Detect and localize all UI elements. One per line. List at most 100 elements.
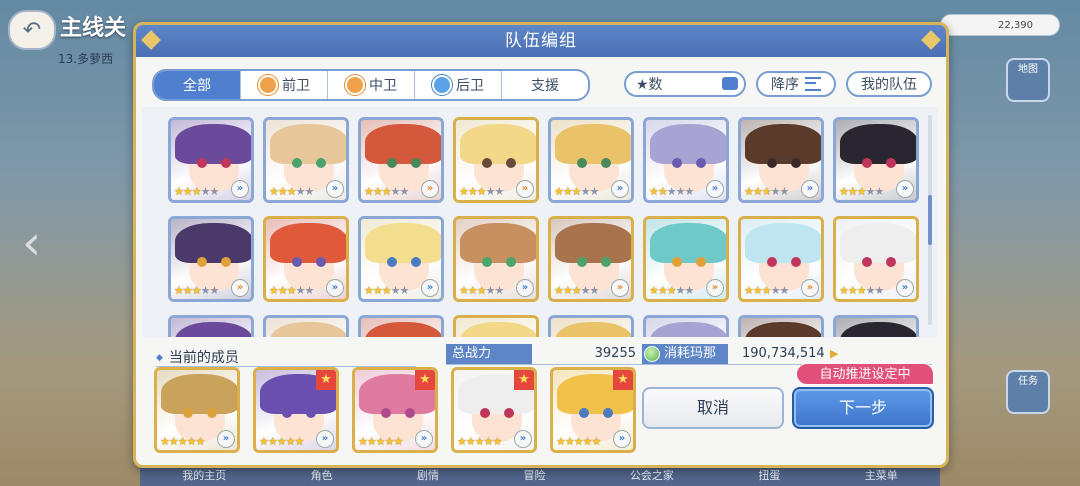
roster-card[interactable]: ★★★★★» bbox=[643, 117, 729, 203]
cancel-button[interactable]: 取消 bbox=[642, 387, 784, 429]
sort-by-stars-button[interactable]: ★数 bbox=[624, 71, 746, 97]
bottom-tab[interactable]: 扭蛋 bbox=[758, 467, 780, 483]
character-roster-grid[interactable]: ★★★★★» ★★★★★» ★★★★★» ★★★★★» ★★★★★» ★★★★★» ★★★★… bbox=[142, 107, 938, 337]
star-icon: ★ bbox=[393, 435, 404, 448]
roster-card[interactable]: ★★★★★» bbox=[643, 315, 729, 337]
filter-tab-3[interactable]: 后卫 bbox=[415, 71, 502, 99]
sort-order-label: 降序 bbox=[771, 77, 799, 93]
star-icon: ★ bbox=[174, 185, 184, 198]
roster-card[interactable]: ★★★★★» bbox=[738, 117, 824, 203]
back-role-icon: » bbox=[514, 430, 532, 448]
roster-card[interactable]: ★★★★★» bbox=[833, 216, 919, 302]
star-icon: ★ bbox=[364, 185, 374, 198]
filter-tab-2[interactable]: 中卫 bbox=[328, 71, 415, 99]
sort-lines-icon bbox=[805, 77, 821, 91]
filter-tab-4[interactable]: 支援 bbox=[502, 71, 588, 99]
filter-tab-1[interactable]: 前卫 bbox=[241, 71, 328, 99]
my-team-button[interactable]: 我的队伍 bbox=[846, 71, 932, 97]
roster-card[interactable]: ★★★★★» bbox=[453, 216, 539, 302]
sort-order-button[interactable]: 降序 bbox=[756, 71, 836, 97]
portrait-eyes bbox=[573, 158, 615, 168]
bottom-tab[interactable]: 角色 bbox=[311, 467, 333, 483]
star-icon: ★ bbox=[752, 284, 763, 297]
star-rating: ★★★★★ bbox=[269, 185, 314, 198]
roster-card[interactable]: ★★★★★» bbox=[548, 216, 634, 302]
roster-card[interactable]: ★★★★★» bbox=[358, 117, 444, 203]
bottom-tab[interactable]: 冒险 bbox=[523, 467, 545, 483]
star-icon: ★ bbox=[761, 284, 772, 297]
star-icon: ★ bbox=[209, 284, 220, 297]
mana-cost-label-text: 消耗玛那 bbox=[664, 346, 717, 361]
star-icon: ★ bbox=[390, 185, 401, 198]
current-members-label: 当前的成员 bbox=[156, 347, 239, 367]
star-icon: ★ bbox=[649, 185, 659, 198]
star-rating: ★★★★★ bbox=[259, 435, 305, 448]
star-icon: ★ bbox=[182, 284, 193, 297]
roster-card[interactable]: ★★★★★» bbox=[548, 315, 634, 337]
star-icon: ★ bbox=[375, 435, 386, 448]
next-button[interactable]: 下一步 bbox=[792, 387, 934, 429]
roster-card[interactable]: ★★★★★» bbox=[168, 315, 254, 337]
roster-card[interactable]: ★★★★★» bbox=[168, 216, 254, 302]
roster-card[interactable]: ★★★★★» bbox=[833, 315, 919, 337]
star-icon: ★ bbox=[591, 435, 602, 448]
back-role-icon: » bbox=[801, 180, 819, 198]
roster-card[interactable]: ★★★★★» bbox=[263, 315, 349, 337]
star-icon: ★ bbox=[384, 435, 395, 448]
roster-card[interactable]: ★★★★★» bbox=[263, 216, 349, 302]
left-arrow-icon[interactable]: ‹ bbox=[22, 215, 41, 271]
bottom-tab[interactable]: 剧情 bbox=[417, 467, 439, 483]
member-card[interactable]: ★★★★★» ★ bbox=[253, 367, 339, 453]
front-role-icon: » bbox=[706, 279, 724, 297]
roster-card[interactable]: ★★★★★» bbox=[738, 315, 824, 337]
roster-card[interactable]: ★★★★★» bbox=[168, 117, 254, 203]
star-icon: ★ bbox=[476, 185, 487, 198]
star-icon: ★ bbox=[459, 185, 469, 198]
star-icon: ★ bbox=[564, 435, 575, 448]
roster-card[interactable]: ★★★★★» bbox=[358, 315, 444, 337]
back-button[interactable]: ↶ bbox=[8, 10, 56, 50]
star-icon: ★ bbox=[666, 185, 677, 198]
front-role-icon: » bbox=[421, 180, 439, 198]
member-card[interactable]: ★★★★★» ★ bbox=[451, 367, 537, 453]
team-formation-dialog: 队伍编组 全部 前卫 中卫 后卫 支援 ★数 降序 我的队伍 ★★★★★» ★★★★★» ★… bbox=[133, 22, 949, 468]
star-icon: ★ bbox=[494, 284, 505, 297]
star-icon: ★ bbox=[571, 185, 582, 198]
star-icon: ★ bbox=[562, 284, 573, 297]
member-card[interactable]: ★★★★★» ★ bbox=[352, 367, 438, 453]
back-role-icon: » bbox=[613, 430, 631, 448]
star-icon: ★ bbox=[364, 284, 374, 297]
map-button[interactable]: 地图 bbox=[1006, 58, 1050, 102]
quest-label: 任务 bbox=[1018, 376, 1038, 387]
roster-card[interactable]: ★★★★★» bbox=[643, 216, 729, 302]
bottom-tab[interactable]: 主菜单 bbox=[865, 467, 898, 483]
star-icon: ★ bbox=[294, 435, 305, 448]
bottom-tab[interactable]: 公会之家 bbox=[630, 467, 674, 483]
roster-card[interactable]: ★★★★★» bbox=[548, 117, 634, 203]
star-icon: ★ bbox=[675, 284, 686, 297]
member-card[interactable]: ★★★★★» ★ bbox=[550, 367, 636, 453]
roster-card[interactable]: ★★★★★» bbox=[358, 216, 444, 302]
roster-card[interactable]: ★★★★★» bbox=[453, 315, 539, 337]
roster-card[interactable]: ★★★★★» bbox=[833, 117, 919, 203]
member-card[interactable]: ★★★★★» bbox=[154, 367, 240, 453]
star-icon: ★ bbox=[191, 284, 202, 297]
star-icon: ★ bbox=[390, 284, 401, 297]
roster-card[interactable]: ★★★★★» bbox=[738, 216, 824, 302]
quest-button[interactable]: 任务 bbox=[1006, 370, 1050, 414]
star-icon: ★ bbox=[779, 284, 790, 297]
scrollbar-thumb[interactable] bbox=[928, 195, 932, 245]
star-icon: ★ bbox=[467, 284, 478, 297]
roster-card[interactable]: ★★★★★» bbox=[263, 117, 349, 203]
star-rating: ★★★★★ bbox=[459, 284, 505, 297]
star-rating: ★★★★★ bbox=[556, 435, 602, 448]
star-icon: ★ bbox=[457, 435, 467, 448]
bottom-tab[interactable]: 我的主页 bbox=[182, 467, 226, 483]
star-icon: ★ bbox=[276, 435, 287, 448]
roster-card[interactable]: ★★★★★» bbox=[453, 117, 539, 203]
star-icon: ★ bbox=[269, 284, 279, 297]
filter-tab-label: 中卫 bbox=[369, 78, 397, 94]
portrait-eyes bbox=[288, 158, 330, 168]
star-icon: ★ bbox=[839, 284, 849, 297]
filter-tab-0[interactable]: 全部 bbox=[154, 71, 241, 99]
